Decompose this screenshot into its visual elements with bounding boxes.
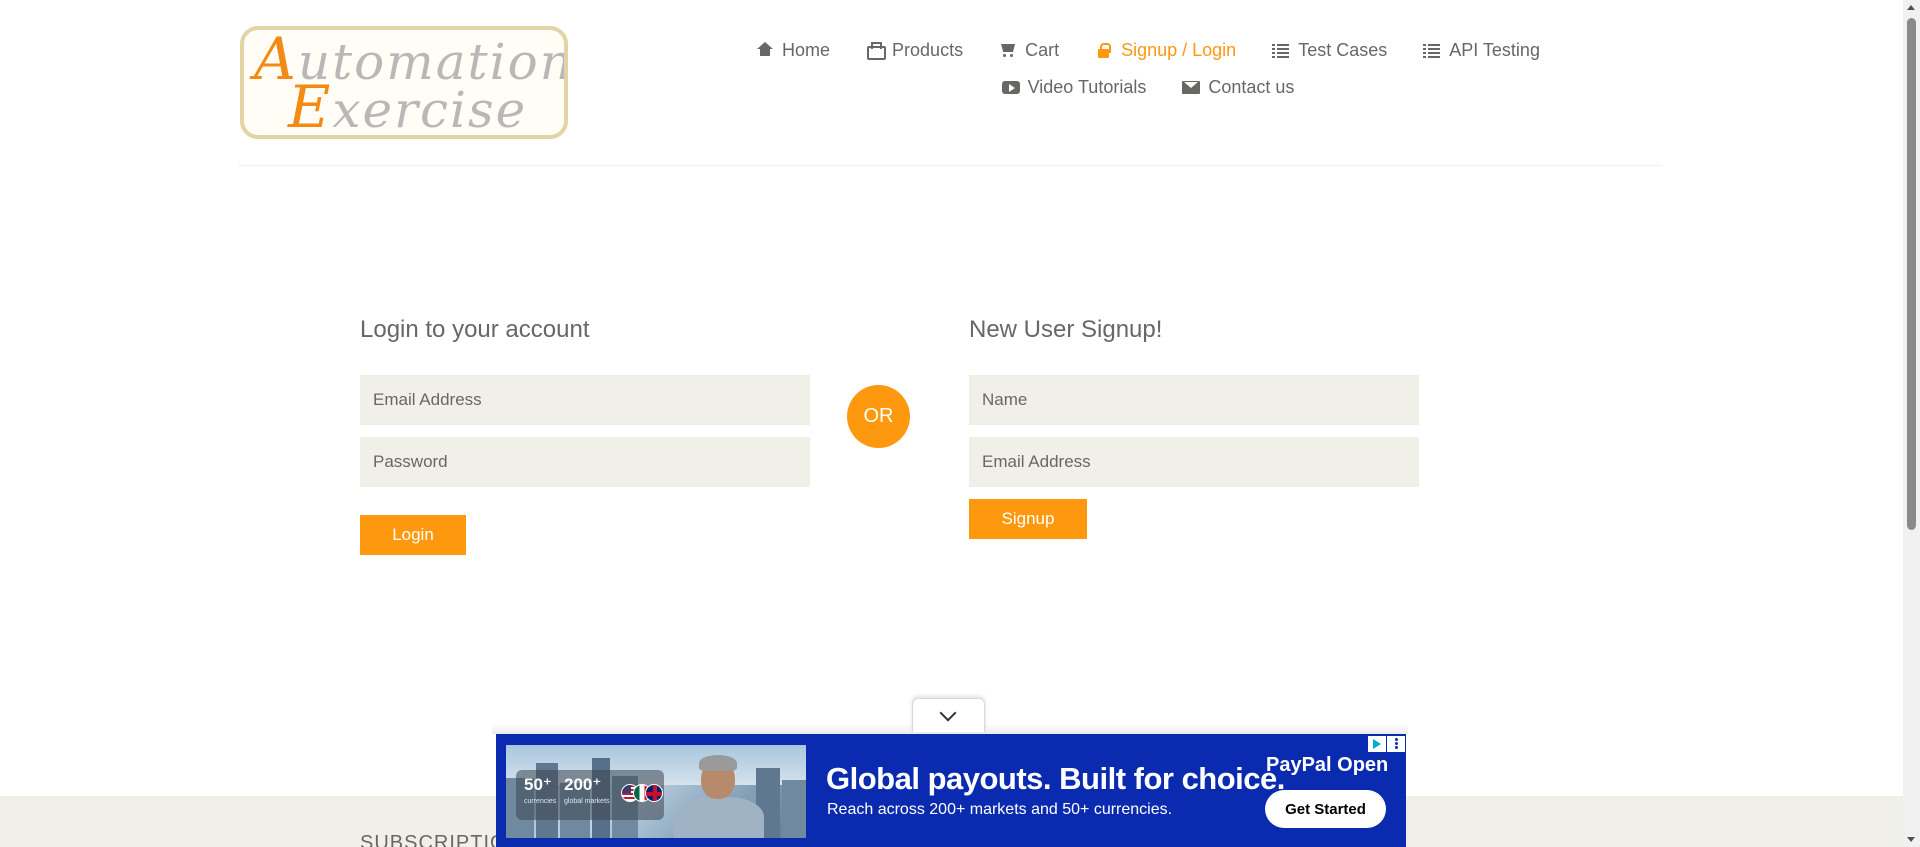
nav-row-2: Video Tutorials Contact us — [718, 73, 1578, 101]
or-divider: OR — [847, 385, 910, 448]
nav-item-video-tutorials[interactable]: Video Tutorials — [1001, 76, 1147, 98]
ad-get-started-button[interactable]: Get Started — [1265, 790, 1386, 828]
list-icon — [1272, 42, 1290, 58]
subscription-title: SUBSCRIPTIO — [360, 832, 507, 847]
scroll-up-icon[interactable] — [1907, 5, 1915, 10]
nav-item-label: Signup / Login — [1121, 39, 1237, 60]
logo-line-2: Exercise — [288, 73, 528, 139]
nav-item-cart[interactable]: Cart — [999, 40, 1059, 61]
youtube-play-icon — [1001, 79, 1020, 95]
login-button[interactable]: Login — [360, 515, 466, 555]
ad-stat-markets: 200⁺ — [564, 775, 602, 794]
ad-headline: Global payouts. Built for choice. — [826, 761, 1285, 796]
home-icon — [756, 42, 774, 58]
login-email-input[interactable] — [360, 375, 810, 425]
nav-item-label: Home — [782, 39, 831, 60]
ad-image: 50⁺ currencies 200⁺ global markets — [506, 745, 806, 838]
site-header: Automation Exercise Home Products Cart S… — [238, 0, 1662, 166]
signup-name-input[interactable] — [969, 375, 1419, 425]
ad-brand: PayPal Open — [1266, 754, 1389, 776]
form-area: Login to your account Login OR New User … — [0, 300, 1920, 600]
nav-item-signup-login[interactable]: Signup / Login — [1095, 40, 1236, 61]
briefcase-icon — [866, 42, 887, 60]
signup-button[interactable]: Signup — [969, 499, 1087, 539]
envelope-icon — [1182, 79, 1201, 95]
nav-item-products[interactable]: Products — [866, 40, 963, 61]
login-form: Login to your account Login — [360, 300, 810, 555]
ad-choices-icon[interactable] — [1368, 736, 1386, 752]
shopping-cart-icon — [999, 42, 1017, 58]
ad-subline: Reach across 200+ markets and 50+ curren… — [827, 801, 1173, 818]
login-title: Login to your account — [360, 316, 590, 343]
ad-stat-currencies: 50⁺ — [524, 775, 552, 794]
chevron-down-icon — [939, 704, 957, 722]
nav-item-home[interactable]: Home — [756, 40, 830, 61]
nav-item-contact-us[interactable]: Contact us — [1182, 77, 1294, 98]
signup-form: New User Signup! Signup — [969, 300, 1419, 539]
lock-icon — [1095, 42, 1113, 58]
scrollbar-thumb[interactable] — [1907, 18, 1916, 530]
nav-item-label: Video Tutorials — [1027, 76, 1147, 97]
ad-stat-markets-caption: global markets — [564, 798, 610, 805]
list-icon — [1423, 42, 1441, 58]
nav-item-label: Test Cases — [1298, 39, 1388, 60]
vertical-scrollbar[interactable] — [1903, 0, 1920, 847]
nav-item-test-cases[interactable]: Test Cases — [1272, 40, 1387, 61]
page: Automation Exercise Home Products Cart S… — [0, 0, 1920, 847]
ad-menu-icon[interactable] — [1387, 736, 1405, 752]
ad-banner[interactable]: 50⁺ currencies 200⁺ global markets Globa… — [496, 734, 1406, 847]
signup-email-input[interactable] — [969, 437, 1419, 487]
scroll-down-icon[interactable] — [1907, 837, 1915, 842]
uk-flag-icon — [645, 784, 663, 802]
login-password-input[interactable] — [360, 437, 810, 487]
ad-stat-currencies-caption: currencies — [524, 798, 557, 805]
nav-item-api-testing[interactable]: API Testing — [1423, 40, 1540, 61]
site-logo[interactable]: Automation Exercise — [240, 26, 568, 139]
nav-row-1: Home Products Cart Signup / Login Test C… — [718, 36, 1578, 64]
nav-item-label: Contact us — [1208, 76, 1295, 97]
ad-stats-box: 50⁺ currencies 200⁺ global markets — [516, 770, 664, 820]
ad-collapse-toggle[interactable] — [912, 698, 985, 732]
signup-title: New User Signup! — [969, 316, 1163, 343]
nav-item-label: Products — [892, 39, 964, 60]
nav-item-label: Cart — [1025, 39, 1060, 60]
nav-item-label: API Testing — [1449, 39, 1540, 60]
main-nav: Home Products Cart Signup / Login Test C… — [718, 36, 1578, 110]
